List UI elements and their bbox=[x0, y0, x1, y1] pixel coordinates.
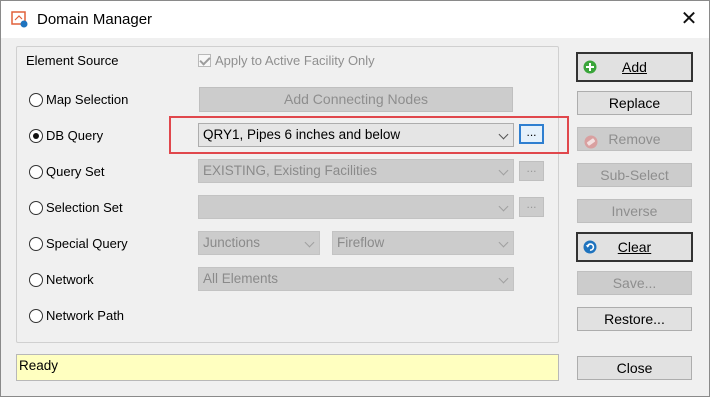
radio-circle-icon bbox=[29, 93, 43, 107]
radio-circle-icon bbox=[29, 273, 43, 287]
window-title: Domain Manager bbox=[37, 11, 153, 28]
query-set-dropdown[interactable]: EXISTING, Existing Facilities bbox=[198, 159, 514, 183]
radio-label: Network Path bbox=[46, 308, 125, 323]
apply-active-facility-checkbox[interactable]: Apply to Active Facility Only bbox=[198, 53, 375, 68]
sub-select-button[interactable]: Sub-Select bbox=[577, 163, 692, 187]
radio-network[interactable]: Network bbox=[29, 272, 94, 290]
query-set-browse-button[interactable]: ... bbox=[519, 161, 544, 181]
network-value: All Elements bbox=[203, 271, 279, 286]
restore-button[interactable]: Restore... bbox=[577, 307, 692, 331]
plus-circle-icon bbox=[583, 60, 597, 74]
chevron-down-icon bbox=[498, 237, 509, 248]
radio-special-query[interactable]: Special Query bbox=[29, 236, 128, 254]
selection-set-browse-button[interactable]: ... bbox=[519, 197, 544, 217]
special-query-dropdown[interactable]: Fireflow bbox=[332, 231, 514, 255]
radio-label: Query Set bbox=[46, 164, 105, 179]
special-query-value: Fireflow bbox=[337, 235, 385, 250]
add-button[interactable]: Add bbox=[576, 52, 693, 82]
domain-manager-window: Domain Manager ✕ Element Source Apply to… bbox=[0, 0, 710, 397]
eraser-icon bbox=[584, 135, 598, 149]
annotation-highlight-box bbox=[169, 116, 569, 154]
radio-circle-icon bbox=[29, 309, 43, 323]
remove-button[interactable]: Remove bbox=[577, 127, 692, 151]
query-set-value: EXISTING, Existing Facilities bbox=[203, 163, 378, 178]
element-source-label: Element Source bbox=[25, 53, 120, 68]
title-bar: Domain Manager ✕ bbox=[1, 1, 709, 38]
apply-active-facility-label: Apply to Active Facility Only bbox=[215, 53, 375, 68]
undo-circle-icon bbox=[583, 240, 597, 254]
chevron-down-icon bbox=[498, 201, 509, 212]
radio-circle-icon bbox=[29, 165, 43, 179]
radio-network-path[interactable]: Network Path bbox=[29, 308, 124, 326]
radio-db-query[interactable]: DB Query bbox=[29, 128, 103, 146]
replace-button[interactable]: Replace bbox=[577, 91, 692, 115]
close-icon[interactable]: ✕ bbox=[671, 5, 707, 33]
chevron-down-icon bbox=[498, 165, 509, 176]
special-query-type-dropdown[interactable]: Junctions bbox=[198, 231, 320, 255]
save-button[interactable]: Save... bbox=[577, 271, 692, 295]
radio-map-selection[interactable]: Map Selection bbox=[29, 92, 128, 110]
radio-label: Map Selection bbox=[46, 92, 129, 107]
remove-button-label: Remove bbox=[608, 131, 661, 147]
add-connecting-nodes-button[interactable]: Add Connecting Nodes bbox=[199, 87, 513, 112]
add-button-label: Add bbox=[622, 59, 647, 75]
checkbox-checked-icon bbox=[198, 54, 211, 67]
radio-query-set[interactable]: Query Set bbox=[29, 164, 105, 182]
radio-selection-set[interactable]: Selection Set bbox=[29, 200, 123, 218]
network-dropdown[interactable]: All Elements bbox=[198, 267, 514, 291]
radio-circle-icon bbox=[29, 237, 43, 251]
radio-selected-icon bbox=[29, 129, 43, 143]
radio-circle-icon bbox=[29, 201, 43, 215]
radio-label: Special Query bbox=[46, 236, 128, 251]
status-bar: Ready bbox=[16, 354, 559, 381]
clear-button[interactable]: Clear bbox=[576, 232, 693, 262]
radio-label: Network bbox=[46, 272, 94, 287]
chevron-down-icon bbox=[498, 273, 509, 284]
special-query-type-value: Junctions bbox=[203, 235, 261, 250]
domain-manager-icon bbox=[11, 11, 28, 28]
radio-label: DB Query bbox=[46, 128, 104, 143]
inverse-button[interactable]: Inverse bbox=[577, 199, 692, 223]
radio-label: Selection Set bbox=[46, 200, 123, 215]
clear-button-label: Clear bbox=[617, 239, 652, 255]
close-button[interactable]: Close bbox=[577, 356, 692, 380]
chevron-down-icon bbox=[304, 237, 315, 248]
selection-set-dropdown[interactable] bbox=[198, 195, 514, 219]
